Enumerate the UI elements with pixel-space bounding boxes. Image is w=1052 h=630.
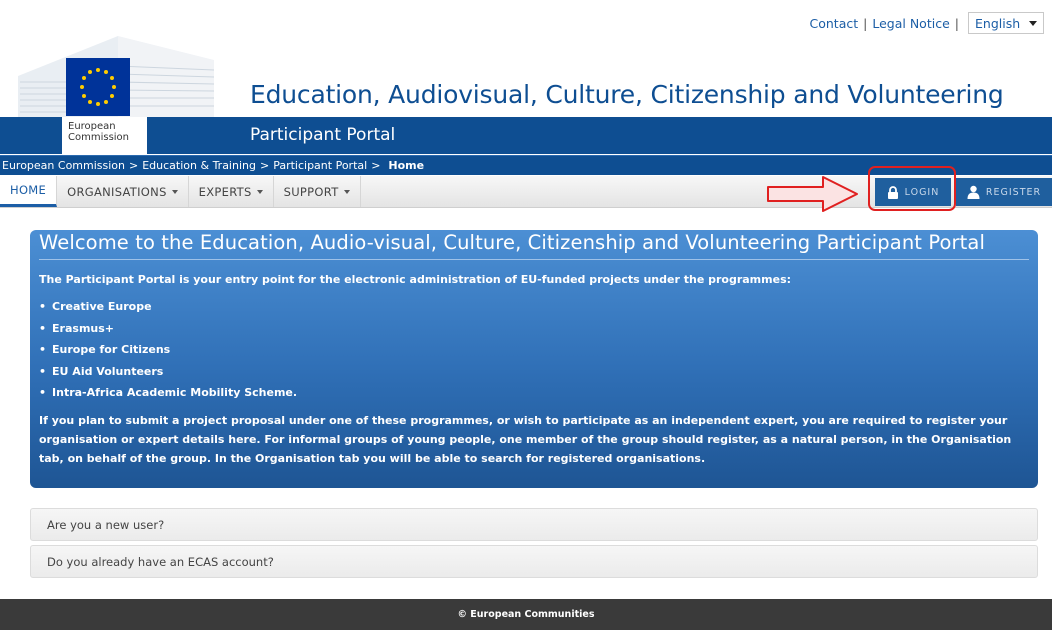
nav-experts-label: EXPERTS <box>198 184 252 199</box>
red-arrow-annotation-icon <box>767 176 858 212</box>
welcome-panel: Welcome to the Education, Audio-visual, … <box>30 230 1038 488</box>
user-icon <box>967 185 980 199</box>
page-title: Education, Audiovisual, Culture, Citizen… <box>250 80 1004 109</box>
new-user-accordion[interactable]: Are you a new user? <box>30 508 1038 541</box>
chevron-down-icon <box>256 189 263 194</box>
nav-home[interactable]: HOME <box>0 176 58 207</box>
ec-logo-text: European Commission <box>68 121 129 143</box>
programme-item: Europe for Citizens <box>39 339 1029 361</box>
nav-experts[interactable]: EXPERTS <box>189 176 274 207</box>
welcome-title: Welcome to the Education, Audio-visual, … <box>39 230 1029 260</box>
breadcrumb-separator: > <box>129 159 139 172</box>
register-button[interactable]: REGISTER <box>956 178 1052 206</box>
footer-copyright: © European Communities <box>457 609 595 620</box>
nav-support[interactable]: SUPPORT <box>274 176 361 207</box>
breadcrumb-item[interactable]: Participant Portal <box>273 159 367 172</box>
welcome-intro: The Participant Portal is your entry poi… <box>39 273 792 286</box>
breadcrumb-item[interactable]: European Commission <box>2 159 125 172</box>
portal-subtitle: Participant Portal <box>250 125 396 145</box>
nav-home-label: HOME <box>10 183 47 197</box>
chevron-down-icon <box>343 189 350 194</box>
nav-organisations-label: ORGANISATIONS <box>67 184 167 199</box>
footer: © European Communities <box>0 599 1052 630</box>
eu-flag-icon <box>66 58 130 116</box>
programme-item: Creative Europe <box>39 296 1029 318</box>
programme-item: Erasmus+ <box>39 318 1029 340</box>
breadcrumb-separator: > <box>371 159 381 172</box>
site-header: Education, Audiovisual, Culture, Citizen… <box>0 0 1052 155</box>
programme-list: Creative Europe Erasmus+ Europe for Citi… <box>39 296 1029 404</box>
logo-line-2: Commission <box>68 132 130 143</box>
programme-item: EU Aid Volunteers <box>39 361 1029 383</box>
register-label: REGISTER <box>985 186 1042 198</box>
breadcrumb-item[interactable]: Education & Training <box>142 159 256 172</box>
breadcrumb-separator: > <box>259 159 270 172</box>
new-user-label: Are you a new user? <box>47 517 165 532</box>
welcome-outro: If you plan to submit a project proposal… <box>39 413 1012 465</box>
nav-organisations[interactable]: ORGANISATIONS <box>57 176 189 207</box>
chevron-down-icon <box>171 189 178 194</box>
ecas-account-accordion[interactable]: Do you already have an ECAS account? <box>30 545 1038 578</box>
programme-item: Intra-Africa Academic Mobility Scheme. <box>39 382 1029 404</box>
login-highlight-annotation <box>868 166 956 211</box>
logo-line-1: European <box>68 121 116 132</box>
breadcrumb-current: Home <box>388 159 425 172</box>
nav-support-label: SUPPORT <box>283 184 339 199</box>
header-band <box>0 117 1052 154</box>
ecas-account-label: Do you already have an ECAS account? <box>47 554 274 569</box>
